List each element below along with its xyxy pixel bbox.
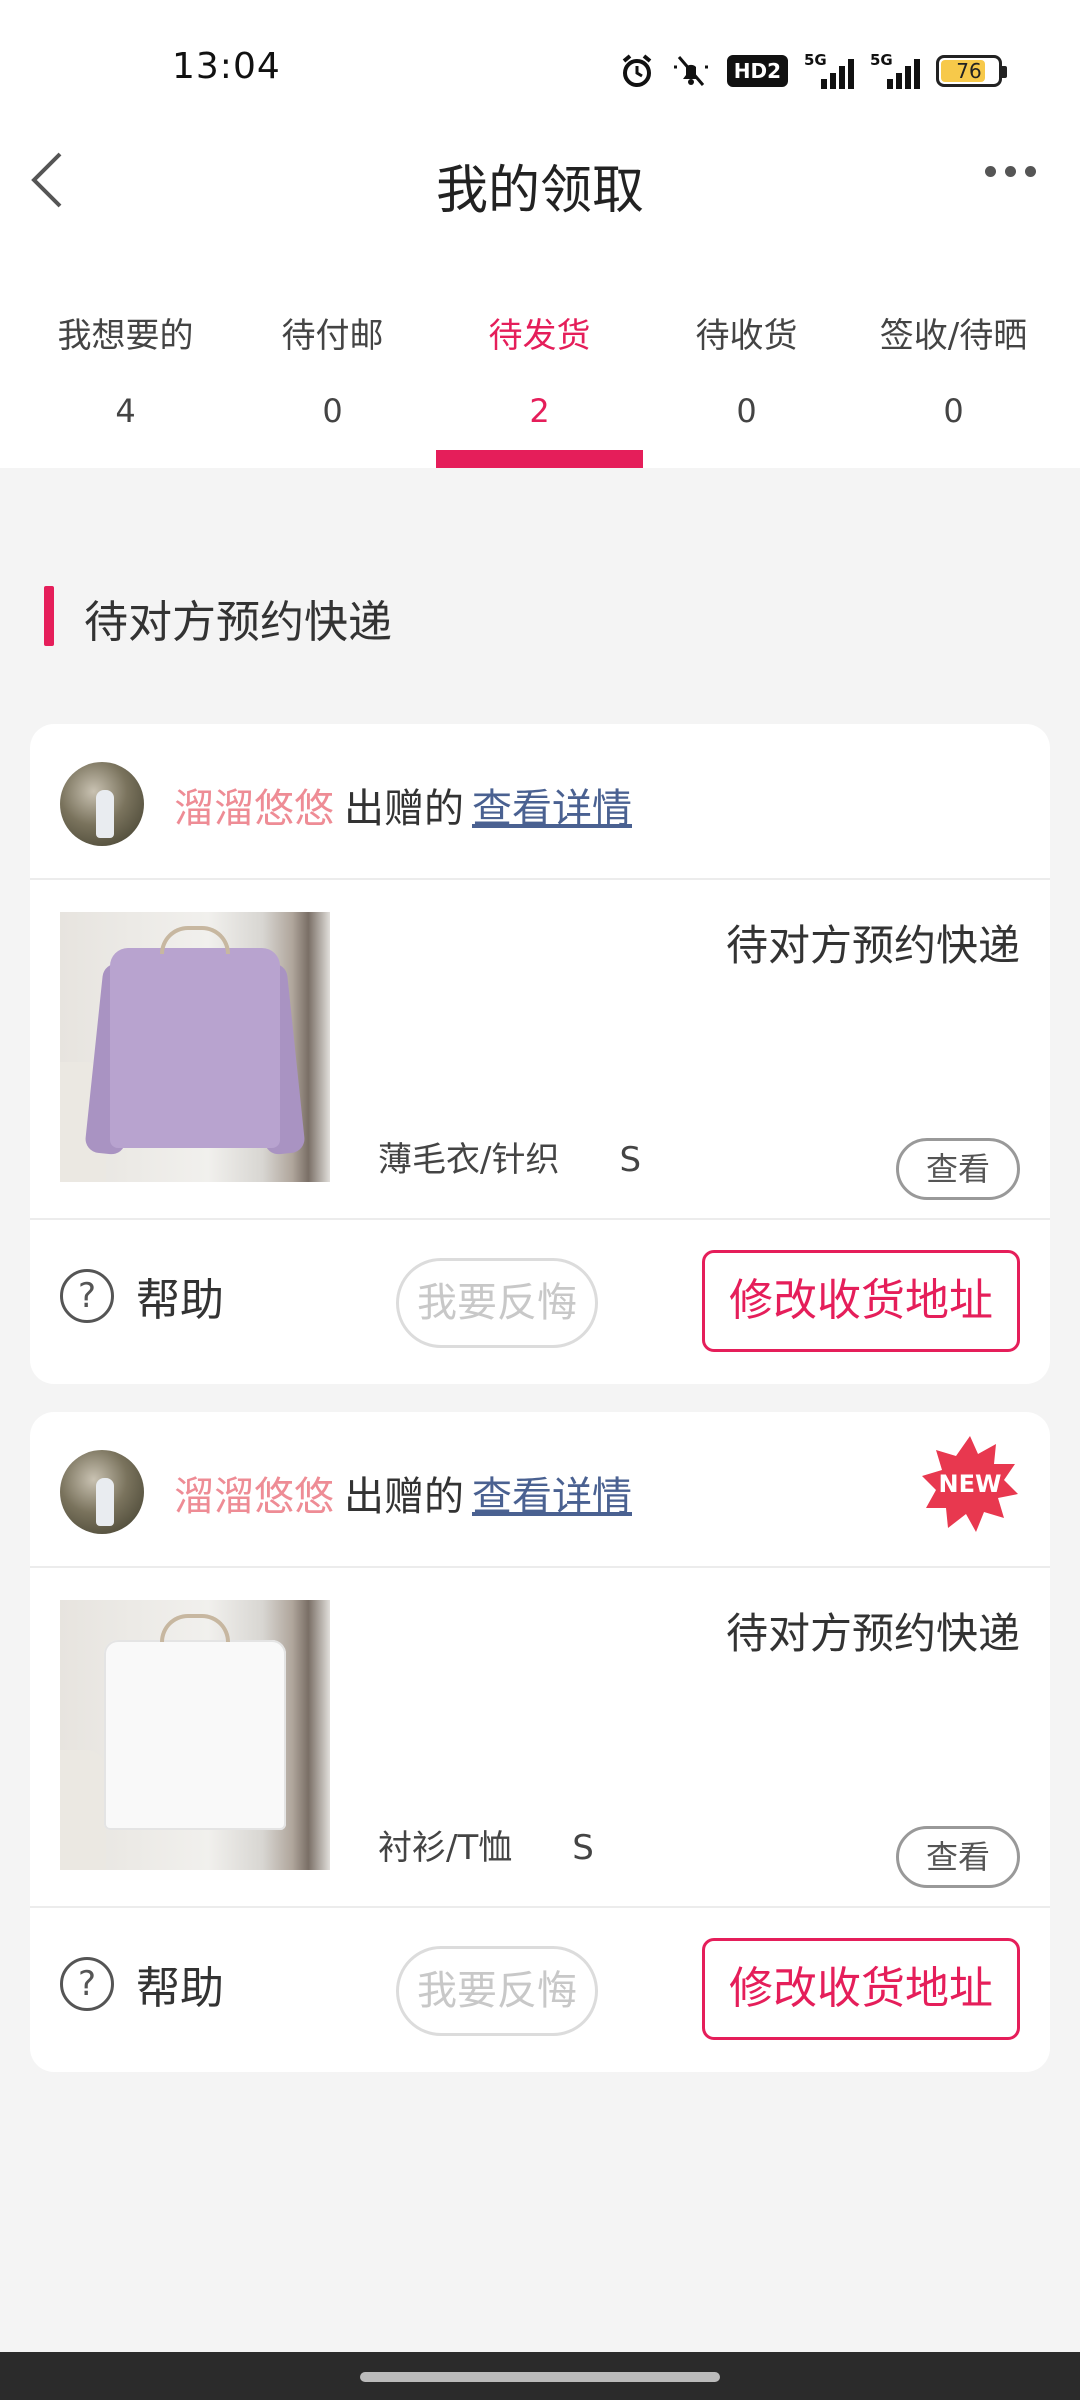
status-bar: 13:04 HD2 5G 5G 76 [0,0,1080,140]
section-accent-bar [44,586,54,646]
regret-button[interactable]: 我要反悔 [396,1946,598,2036]
system-nav-bar [0,2352,1080,2400]
status-icons: HD2 5G 5G 76 [619,50,1007,92]
product-size: S [619,1140,642,1180]
status-tabs: 我想要的 4 待付邮 0 待发货 2 待收货 0 签收/待晒 0 [0,280,1080,468]
tab-pending-shipment[interactable]: 待发货 2 [436,280,643,468]
product-photo[interactable] [60,912,330,1182]
seller-name[interactable]: 溜溜悠悠 [174,1474,334,1520]
order-status: 待对方预约快递 [725,1609,1020,1658]
view-button[interactable]: 查看 [896,1138,1020,1200]
order-status: 待对方预约快递 [725,921,1020,970]
hd-icon: HD2 [726,51,788,91]
card-actions: ? 帮助 我要反悔 修改收货地址 [30,1220,1050,1384]
signal-icon: 5G [804,51,854,89]
new-badge: NEW [920,1434,1020,1534]
product-spec: 衬衫/T恤 S [378,1820,594,1869]
view-details-link[interactable]: 查看详情 [472,1474,632,1520]
avatar[interactable] [60,1450,144,1534]
card-header: 溜溜悠悠 出赠的 查看详情 NEW [30,1412,1050,1568]
tab-pending-postage[interactable]: 待付邮 0 [229,280,436,468]
tab-pending-receipt[interactable]: 待收货 0 [643,280,850,468]
product-spec: 薄毛衣/针织 S [378,1132,641,1181]
regret-button[interactable]: 我要反悔 [396,1258,598,1348]
view-button[interactable]: 查看 [896,1826,1020,1888]
question-circle-icon: ? [60,1957,114,2011]
view-details-link[interactable]: 查看详情 [472,786,632,832]
card-actions: ? 帮助 我要反悔 修改收货地址 [30,1908,1050,2072]
status-time: 13:04 [172,46,281,87]
product-photo[interactable] [60,1600,330,1870]
page-title: 我的领取 [435,161,644,221]
section-title: 待对方预约快递 [84,597,392,648]
tab-signed-share[interactable]: 签收/待晒 0 [850,280,1057,468]
seller-name[interactable]: 溜溜悠悠 [174,786,334,832]
battery-icon: 76 [936,55,1007,87]
help-label: 帮助 [136,1963,224,2014]
active-tab-indicator [436,450,643,468]
order-card: 溜溜悠悠 出赠的 查看详情 NEW 待对方预约快递 衬衫/T恤 S 查看 ? 帮助 我… [30,1412,1050,2072]
gift-text: 出赠的 [344,1474,464,1520]
product-category: 衬衫/T恤 [378,1828,513,1868]
mute-icon [671,51,711,91]
help-button[interactable]: ? 帮助 [60,1952,224,2016]
help-button[interactable]: ? 帮助 [60,1264,224,1328]
product-size: S [572,1828,594,1868]
signal-icon: 5G [870,51,920,89]
product-row: 待对方预约快递 衬衫/T恤 S 查看 [30,1570,1050,1908]
home-gesture-handle[interactable] [360,2372,720,2382]
product-row: 待对方预约快递 薄毛衣/针织 S 查看 [30,882,1050,1220]
card-header: 溜溜悠悠 出赠的 查看详情 [30,724,1050,880]
modify-address-button[interactable]: 修改收货地址 [702,1250,1020,1352]
avatar[interactable] [60,762,144,846]
help-label: 帮助 [136,1275,224,1326]
order-card: 溜溜悠悠 出赠的 查看详情 待对方预约快递 薄毛衣/针织 S 查看 ? 帮助 我要反悔… [30,724,1050,1384]
modify-address-button[interactable]: 修改收货地址 [702,1938,1020,2040]
seller-line: 溜溜悠悠 出赠的 查看详情 [174,776,632,834]
alarm-icon [619,51,655,91]
tab-wanted[interactable]: 我想要的 4 [22,280,229,468]
gift-text: 出赠的 [344,786,464,832]
question-circle-icon: ? [60,1269,114,1323]
more-dots-icon[interactable] [985,166,1036,177]
seller-line: 溜溜悠悠 出赠的 查看详情 [174,1464,632,1522]
product-category: 薄毛衣/针织 [378,1140,560,1180]
